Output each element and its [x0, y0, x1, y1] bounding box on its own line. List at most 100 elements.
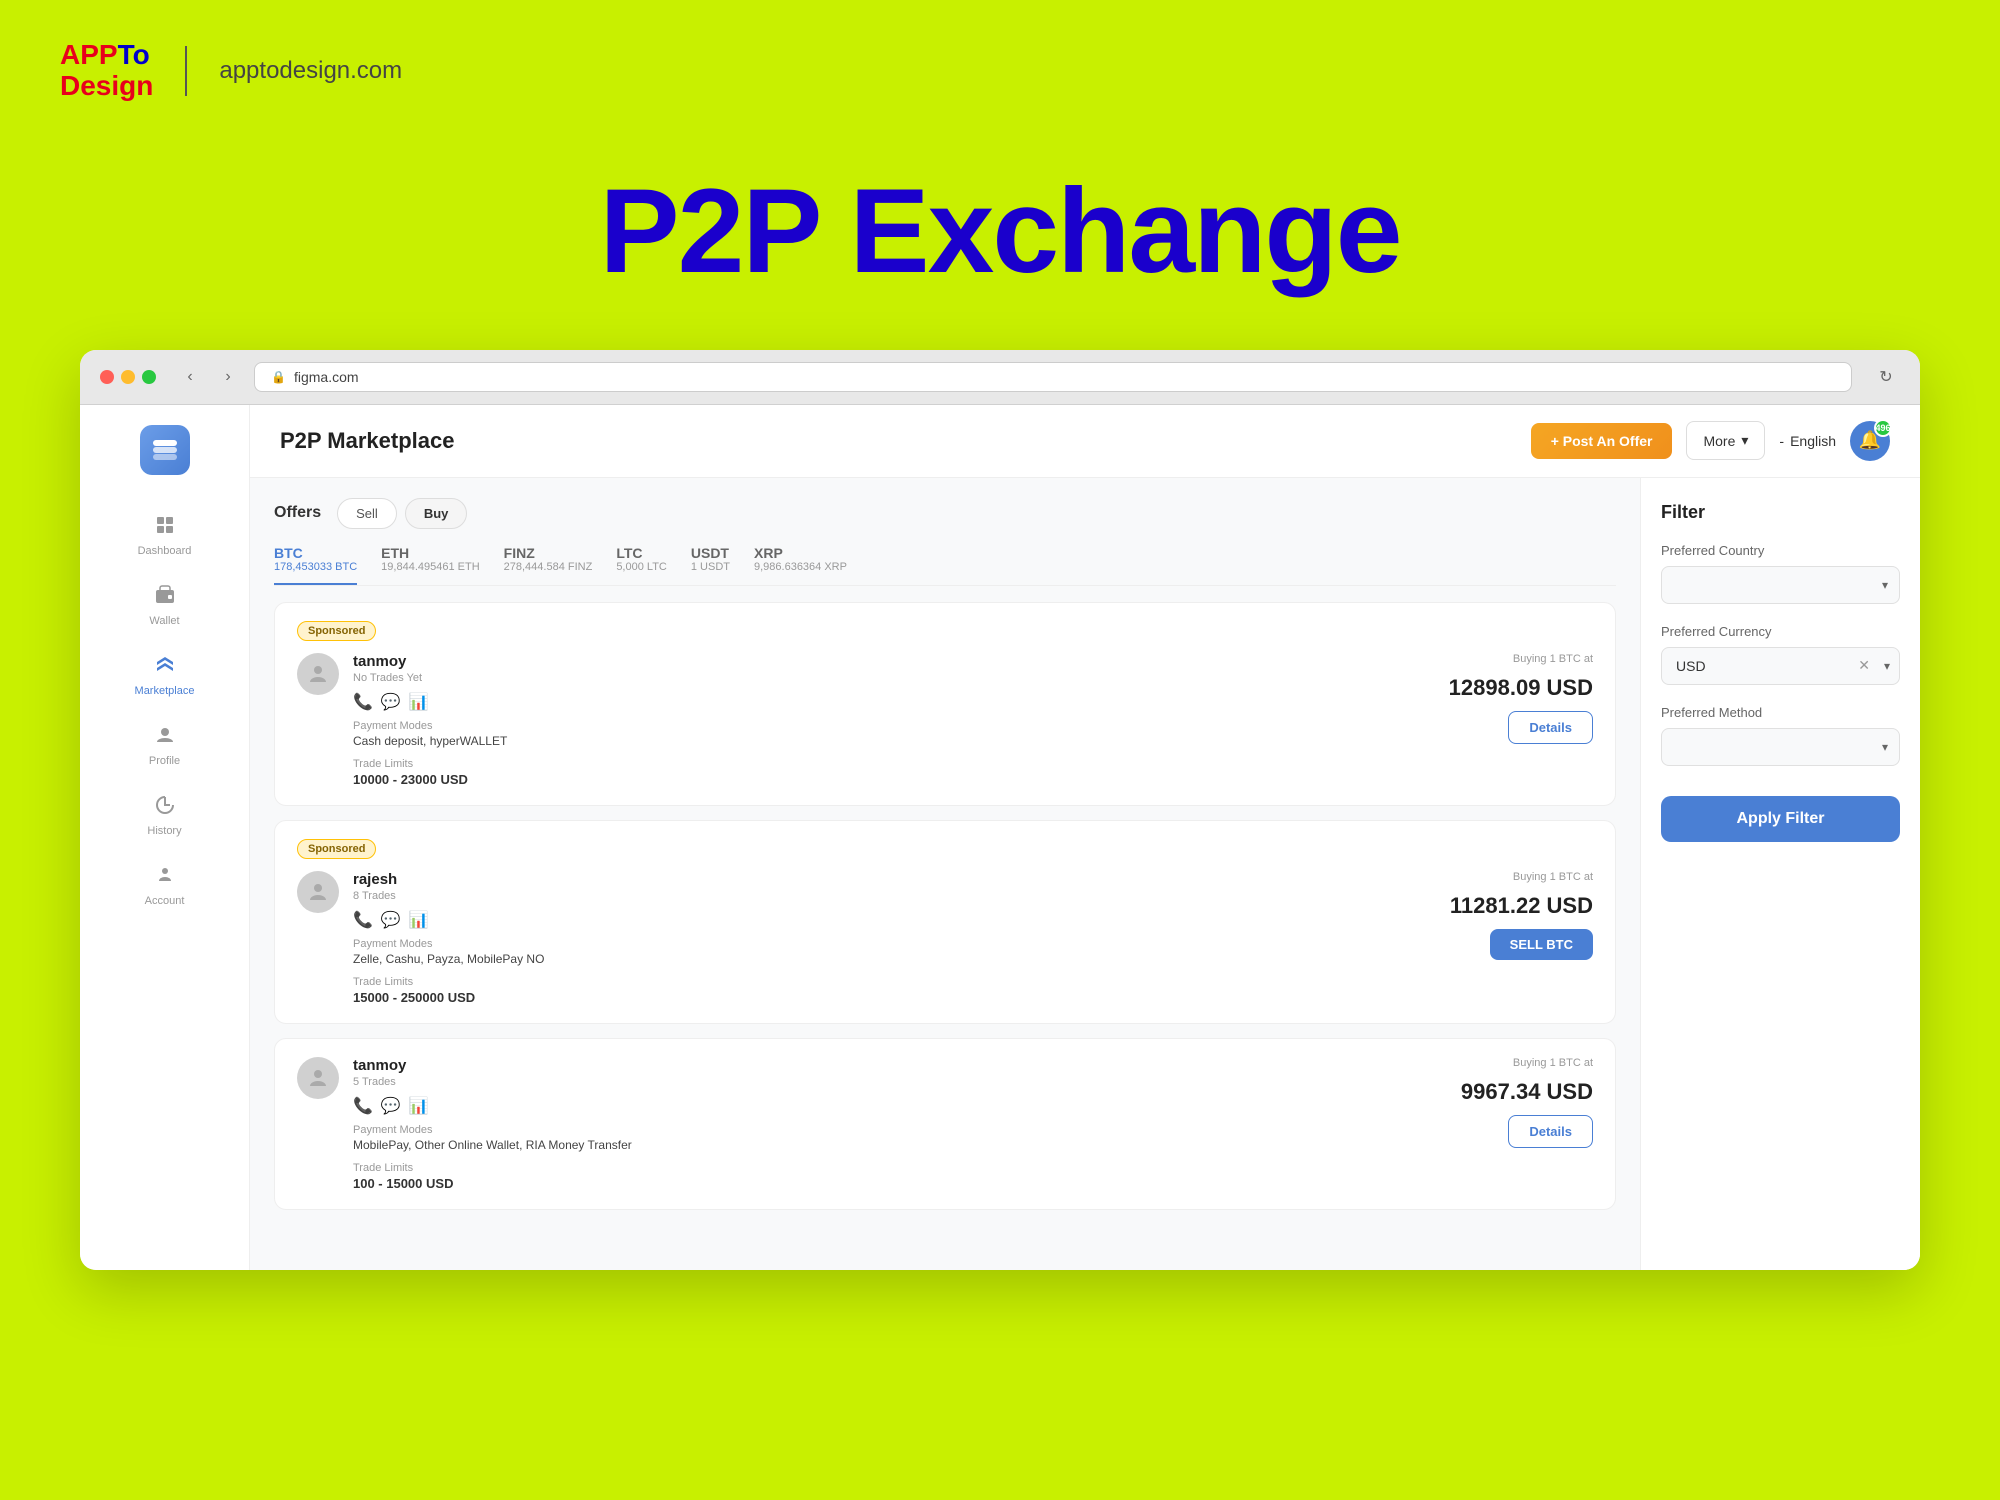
- reload-button[interactable]: ↻: [1872, 363, 1900, 391]
- sidebar-item-account[interactable]: Account: [80, 855, 249, 917]
- method-select[interactable]: [1661, 728, 1900, 766]
- offer-card-body-2: rajesh 8 Trades 📞 💬 📊 Payment Modes Zell…: [297, 871, 1593, 1005]
- sidebar-label-wallet: Wallet: [149, 615, 179, 627]
- tab-sell[interactable]: Sell: [337, 498, 397, 529]
- offer-user-info-3: tanmoy 5 Trades 📞 💬 📊 Payment Modes Mobi…: [353, 1057, 1393, 1191]
- sidebar-label-account: Account: [145, 895, 185, 907]
- details-button-1[interactable]: Details: [1508, 711, 1593, 744]
- offer-user-info-2: rajesh 8 Trades 📞 💬 📊 Payment Modes Zell…: [353, 871, 1393, 1005]
- filter-method-label: Preferred Method: [1661, 705, 1900, 720]
- logo-text: APPTo Design: [60, 40, 153, 102]
- crypto-tab-xrp[interactable]: XRP 9,986.636364 XRP: [754, 545, 847, 585]
- offers-label: Offers: [274, 504, 321, 522]
- crypto-tab-usdt[interactable]: USDT 1 USDT: [691, 545, 730, 585]
- trade-limits-1: 10000 - 23000 USD: [353, 772, 1393, 787]
- filter-group-method: Preferred Method ▾: [1661, 705, 1900, 766]
- offer-left-2: rajesh 8 Trades 📞 💬 📊 Payment Modes Zell…: [297, 871, 1393, 1005]
- tab-buy[interactable]: Buy: [405, 498, 468, 529]
- trade-limits-label-1: Trade Limits: [353, 758, 1393, 770]
- barcode-icon-2: 📊: [409, 910, 429, 930]
- sell-button-2[interactable]: SELL BTC: [1490, 929, 1593, 960]
- post-offer-button[interactable]: + Post An Offer: [1531, 423, 1673, 459]
- crypto-tab-amount-xrp: 9,986.636364 XRP: [754, 561, 847, 573]
- chat-icon-2: 💬: [381, 910, 401, 930]
- offer-payment-icons-1: 📞 💬 📊: [353, 692, 1393, 712]
- offer-price-3: 9967.34 USD: [1461, 1079, 1593, 1105]
- barcode-icon-1: 📊: [409, 692, 429, 712]
- crypto-tabs: BTC 178,453033 BTC ETH 19,844.495461 ETH…: [274, 545, 1616, 586]
- buying-label-1: Buying 1 BTC at: [1513, 653, 1593, 665]
- sidebar-item-wallet[interactable]: Wallet: [80, 575, 249, 637]
- payment-modes-3: MobilePay, Other Online Wallet, RIA Mone…: [353, 1138, 1393, 1152]
- crypto-tab-ltc[interactable]: LTC 5,000 LTC: [616, 545, 667, 585]
- trade-limits-3: 100 - 15000 USD: [353, 1176, 1393, 1191]
- main-area: P2P Marketplace + Post An Offer More ▾ -…: [250, 405, 1920, 1270]
- offer-card-1: Sponsored tanmoy No Trades Yet: [274, 602, 1616, 806]
- avatar-3: [297, 1057, 339, 1099]
- offer-username-3: tanmoy: [353, 1057, 1393, 1074]
- sidebar-item-history[interactable]: History: [80, 785, 249, 847]
- browser-chrome: ‹ › 🔒 figma.com ↻: [80, 350, 1920, 405]
- offer-payment-icons-2: 📞 💬 📊: [353, 910, 1393, 930]
- crypto-tab-amount-usdt: 1 USDT: [691, 561, 730, 573]
- browser-nav: ‹ ›: [176, 363, 242, 391]
- offer-right-1: Buying 1 BTC at 12898.09 USD Details: [1393, 653, 1593, 744]
- offers-panel: Offers Sell Buy BTC 178,453033 BTC ETH 1…: [250, 478, 1640, 1270]
- filter-country-label: Preferred Country: [1661, 543, 1900, 558]
- sidebar-item-profile[interactable]: Profile: [80, 715, 249, 777]
- payment-modes-2: Zelle, Cashu, Payza, MobilePay NO: [353, 952, 1393, 966]
- main-title: P2P Exchange: [0, 162, 2000, 300]
- crypto-tab-amount-btc: 178,453033 BTC: [274, 561, 357, 573]
- dashboard-icon: [155, 515, 175, 541]
- offer-card-2: Sponsored rajesh 8 Trades �: [274, 820, 1616, 1024]
- sidebar-item-dashboard[interactable]: Dashboard: [80, 505, 249, 567]
- crypto-tab-amount-finz: 278,444.584 FINZ: [504, 561, 593, 573]
- notification-button[interactable]: 🔔 496: [1850, 421, 1890, 461]
- content-with-filter: Offers Sell Buy BTC 178,453033 BTC ETH 1…: [250, 478, 1920, 1270]
- more-button[interactable]: More ▾: [1686, 421, 1765, 460]
- details-button-3[interactable]: Details: [1508, 1115, 1593, 1148]
- offers-tabs: Offers Sell Buy: [274, 498, 1616, 529]
- page-title: P2P Marketplace: [280, 428, 454, 454]
- crypto-tab-eth[interactable]: ETH 19,844.495461 ETH: [381, 545, 479, 585]
- more-label: More: [1703, 433, 1735, 449]
- sidebar-logo-icon: [140, 425, 190, 475]
- crypto-tab-name-xrp: XRP: [754, 545, 847, 561]
- offer-trades-2: 8 Trades: [353, 890, 1393, 902]
- offer-username-2: rajesh: [353, 871, 1393, 888]
- dot-red[interactable]: [100, 370, 114, 384]
- forward-button[interactable]: ›: [214, 363, 242, 391]
- back-button[interactable]: ‹: [176, 363, 204, 391]
- browser-actions: ↻: [1872, 363, 1900, 391]
- apply-filter-button[interactable]: Apply Filter: [1661, 796, 1900, 842]
- app-header: P2P Marketplace + Post An Offer More ▾ -…: [250, 405, 1920, 478]
- logo-block: APPTo Design apptodesign.com: [60, 40, 402, 102]
- address-bar[interactable]: 🔒 figma.com: [254, 362, 1852, 392]
- avatar-2: [297, 871, 339, 913]
- marketplace-icon: [155, 655, 175, 681]
- currency-clear-icon[interactable]: ✕: [1858, 657, 1870, 674]
- avatar-1: [297, 653, 339, 695]
- offer-username-1: tanmoy: [353, 653, 1393, 670]
- phone-icon-3: 📞: [353, 1096, 373, 1116]
- dot-yellow[interactable]: [121, 370, 135, 384]
- trade-limits-2: 15000 - 250000 USD: [353, 990, 1393, 1005]
- payment-modes-1: Cash deposit, hyperWALLET: [353, 734, 1393, 748]
- country-select[interactable]: [1661, 566, 1900, 604]
- logo-design: Design: [60, 70, 153, 101]
- offer-payment-icons-3: 📞 💬 📊: [353, 1096, 1393, 1116]
- sidebar-label-marketplace: Marketplace: [135, 685, 195, 697]
- sidebar-item-marketplace[interactable]: Marketplace: [80, 645, 249, 707]
- sidebar-logo: [140, 425, 190, 475]
- wallet-icon: [155, 585, 175, 611]
- chat-icon-3: 💬: [381, 1096, 401, 1116]
- offer-price-1: 12898.09 USD: [1449, 675, 1593, 701]
- chat-icon-1: 💬: [381, 692, 401, 712]
- crypto-tab-btc[interactable]: BTC 178,453033 BTC: [274, 545, 357, 585]
- trade-limits-label-3: Trade Limits: [353, 1162, 1393, 1174]
- dot-green[interactable]: [142, 370, 156, 384]
- language-selector[interactable]: - English: [1779, 433, 1836, 449]
- crypto-tab-name-ltc: LTC: [616, 545, 667, 561]
- crypto-tab-finz[interactable]: FINZ 278,444.584 FINZ: [504, 545, 593, 585]
- payment-modes-label-1: Payment Modes: [353, 720, 1393, 732]
